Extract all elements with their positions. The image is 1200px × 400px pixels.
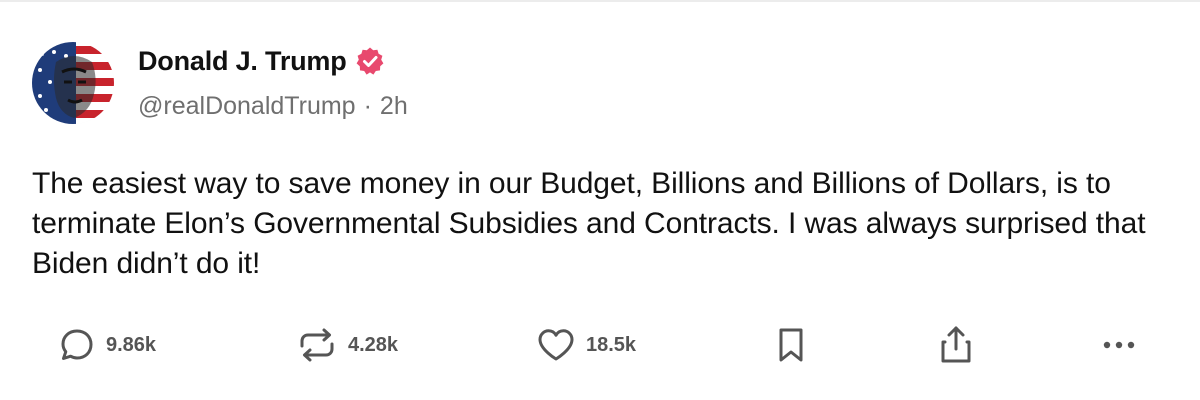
more-options-button[interactable] (1098, 322, 1140, 368)
reply-count: 9.86k (106, 333, 157, 356)
repost-count: 4.28k (348, 333, 399, 356)
post-card: Donald J. Trump @realDonaldTrump · 2h Th… (0, 0, 1200, 400)
more-icon (1103, 341, 1135, 349)
author-meta-row: @realDonaldTrump · 2h (138, 92, 408, 121)
action-bar: 9.86k 4.28k 18.5k (0, 322, 1200, 370)
bookmark-icon (779, 328, 803, 362)
author-handle[interactable]: @realDonaldTrump (138, 92, 356, 121)
author-display-name[interactable]: Donald J. Trump (138, 46, 347, 77)
avatar-image (32, 42, 114, 124)
comment-icon (61, 329, 93, 360)
author-name-row: Donald J. Trump (138, 44, 385, 78)
post-timestamp[interactable]: 2h (380, 92, 408, 121)
heart-icon (538, 329, 574, 361)
repost-icon (300, 328, 334, 362)
post-text: The easiest way to save money in our Bud… (32, 167, 1146, 280)
meta-separator: · (363, 92, 372, 120)
like-button[interactable]: 18.5k (536, 322, 636, 368)
verified-badge-icon (355, 46, 385, 76)
reply-button[interactable]: 9.86k (58, 322, 156, 368)
like-count: 18.5k (586, 333, 637, 356)
repost-button[interactable]: 4.28k (296, 322, 398, 368)
share-button[interactable] (936, 322, 976, 368)
bookmark-button[interactable] (772, 322, 810, 368)
avatar[interactable] (32, 42, 114, 124)
share-icon (941, 326, 971, 363)
